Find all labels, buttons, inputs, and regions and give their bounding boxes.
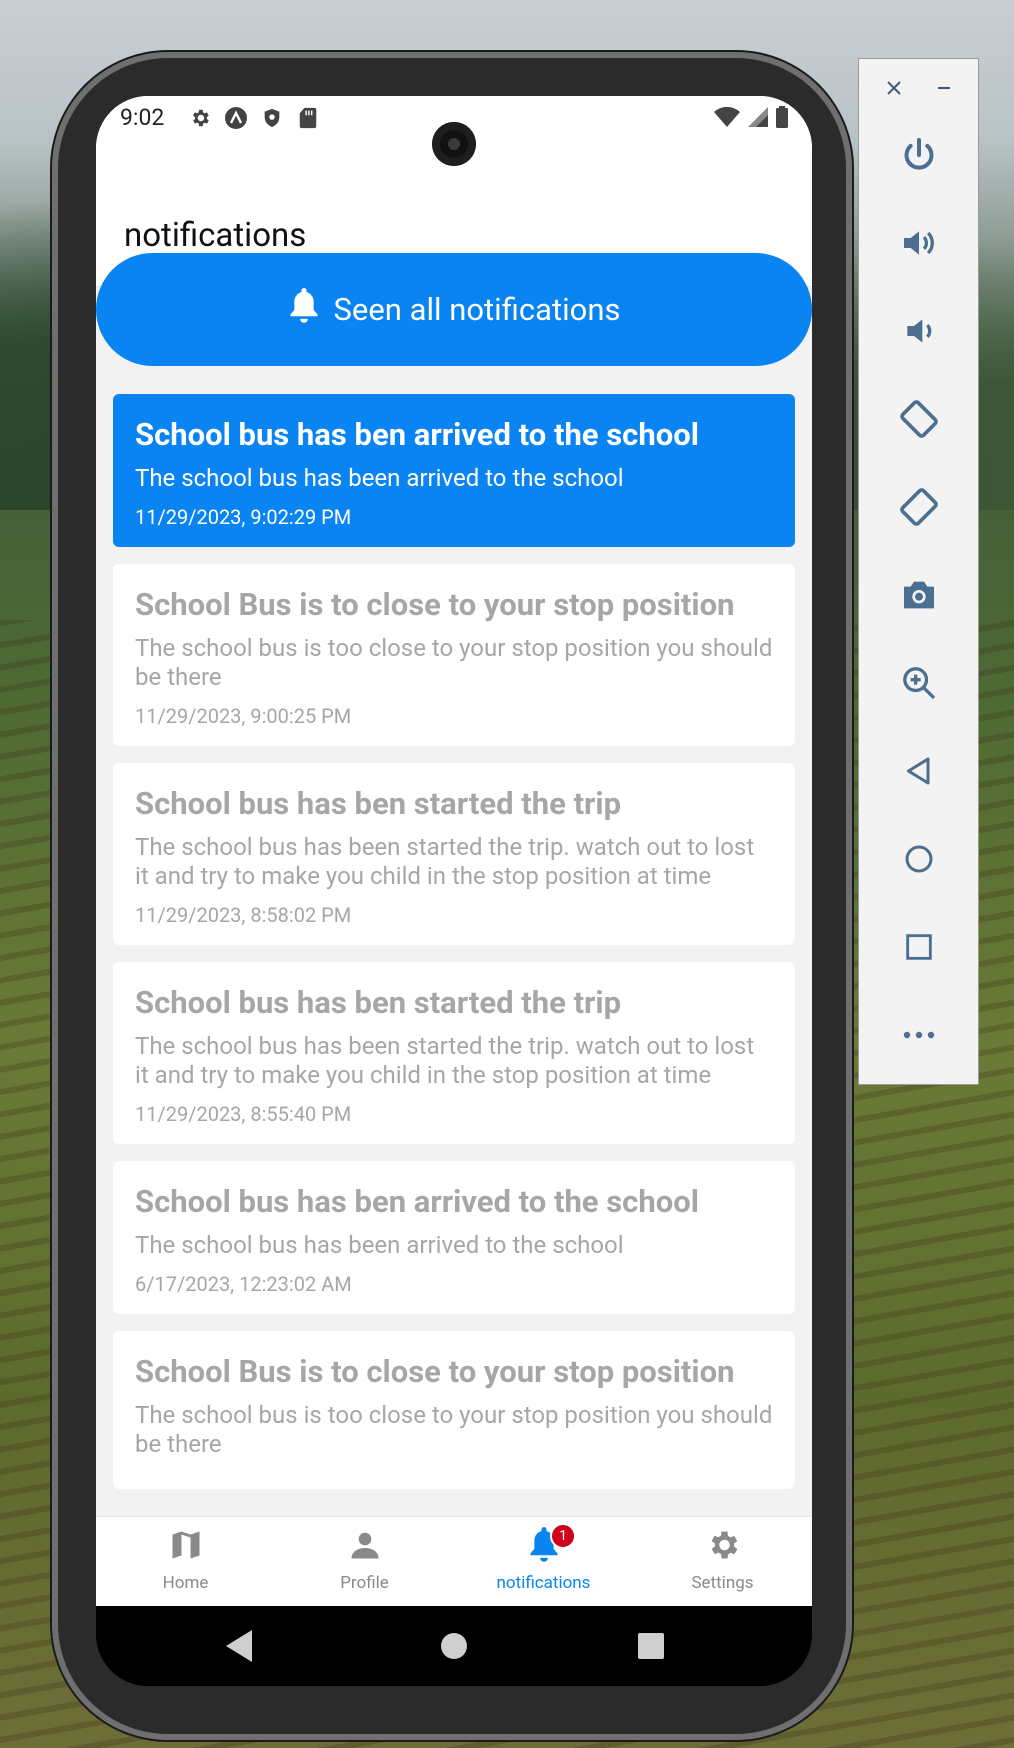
status-time: 9:02 [120, 104, 165, 131]
shield-status-icon [260, 106, 284, 130]
power-icon[interactable] [893, 129, 945, 181]
volume-down-icon[interactable] [893, 305, 945, 357]
notification-card[interactable]: School bus has ben started the trip The … [113, 962, 795, 1144]
status-icons-right [714, 106, 788, 132]
nav-label: notifications [496, 1573, 591, 1593]
a-circle-status-icon [224, 106, 248, 130]
notification-body: The school bus is too close to your stop… [135, 1401, 773, 1458]
nav-label: Profile [340, 1573, 389, 1593]
front-camera [432, 122, 476, 166]
notification-title: School bus has ben started the trip [135, 984, 622, 1021]
android-nav-bar [96, 1606, 812, 1686]
seen-all-label: Seen all notifications [333, 291, 621, 328]
notification-body: The school bus is too close to your stop… [135, 634, 773, 691]
recents-nav-icon[interactable] [638, 1633, 664, 1663]
notification-list: School bus has ben arrived to the school… [113, 394, 795, 1506]
nav-item-home[interactable]: Home [96, 1517, 275, 1606]
more-icon[interactable] [893, 1009, 945, 1061]
back-nav-icon[interactable] [226, 1630, 256, 1666]
close-icon[interactable] [885, 79, 903, 101]
notification-date: 11/29/2023, 9:00:25 PM [135, 704, 352, 728]
notification-title: School Bus is to close to your stop posi… [135, 1353, 735, 1390]
rotate-right-icon[interactable] [893, 481, 945, 533]
notification-body: The school bus has been arrived to the s… [135, 464, 624, 492]
notification-title: School bus has ben arrived to the school [135, 1183, 699, 1220]
rotate-left-icon[interactable] [893, 393, 945, 445]
home-nav-icon[interactable] [440, 1632, 468, 1664]
notification-date: 11/29/2023, 8:55:40 PM [135, 1102, 352, 1126]
camera-icon[interactable] [893, 569, 945, 621]
notification-date: 11/29/2023, 8:58:02 PM [135, 903, 352, 927]
battery-icon [776, 106, 788, 132]
notification-body: The school bus has been started the trip… [135, 833, 755, 890]
page-title: notifications [124, 216, 307, 255]
home-icon[interactable] [893, 833, 945, 885]
zoom-icon[interactable] [893, 657, 945, 709]
notification-title: School bus has ben started the trip [135, 785, 622, 822]
app-root: 9:02 notifications Seen all notification… [96, 96, 812, 1606]
volume-up-icon[interactable] [893, 217, 945, 269]
nav-item-profile[interactable]: Profile [275, 1517, 454, 1606]
notification-card[interactable]: School Bus is to close to your stop posi… [113, 564, 795, 746]
phone-screen: 9:02 notifications Seen all notification… [96, 96, 812, 1686]
person-icon [347, 1527, 383, 1567]
notification-card[interactable]: School bus has ben arrived to the school… [113, 1161, 795, 1314]
minimize-icon[interactable] [935, 79, 953, 101]
notification-badge: 1 [550, 1523, 576, 1549]
nav-label: Settings [691, 1573, 754, 1593]
notification-card[interactable]: School bus has ben arrived to the school… [113, 394, 795, 547]
notification-date: 11/29/2023, 9:02:29 PM [135, 505, 352, 529]
notification-card[interactable]: School bus has ben started the trip The … [113, 763, 795, 945]
notification-card[interactable]: School Bus is to close to your stop posi… [113, 1331, 795, 1489]
gear-icon [705, 1527, 741, 1567]
notification-title: School Bus is to close to your stop posi… [135, 586, 735, 623]
nav-item-notifications[interactable]: 1 notifications [454, 1517, 633, 1606]
signal-icon [748, 107, 768, 131]
bottom-nav: Home Profile 1 notifications Settings [96, 1516, 812, 1606]
status-icons-left [188, 106, 320, 130]
bell-icon [288, 287, 320, 332]
map-icon [168, 1527, 204, 1567]
overview-icon[interactable] [893, 921, 945, 973]
notification-body: The school bus has been arrived to the s… [135, 1231, 624, 1259]
notification-body: The school bus has been started the trip… [135, 1032, 755, 1089]
nav-item-settings[interactable]: Settings [633, 1517, 812, 1606]
wifi-icon [714, 106, 740, 131]
nav-label: Home [162, 1573, 209, 1593]
seen-all-notifications-button[interactable]: Seen all notifications [96, 253, 812, 366]
settings-status-icon [188, 106, 212, 130]
notification-title: School bus has ben arrived to the school [135, 416, 699, 453]
sd-card-status-icon [296, 106, 320, 130]
notification-date: 6/17/2023, 12:23:02 AM [135, 1272, 352, 1296]
back-icon[interactable] [893, 745, 945, 797]
emulator-toolbar [858, 58, 979, 1085]
